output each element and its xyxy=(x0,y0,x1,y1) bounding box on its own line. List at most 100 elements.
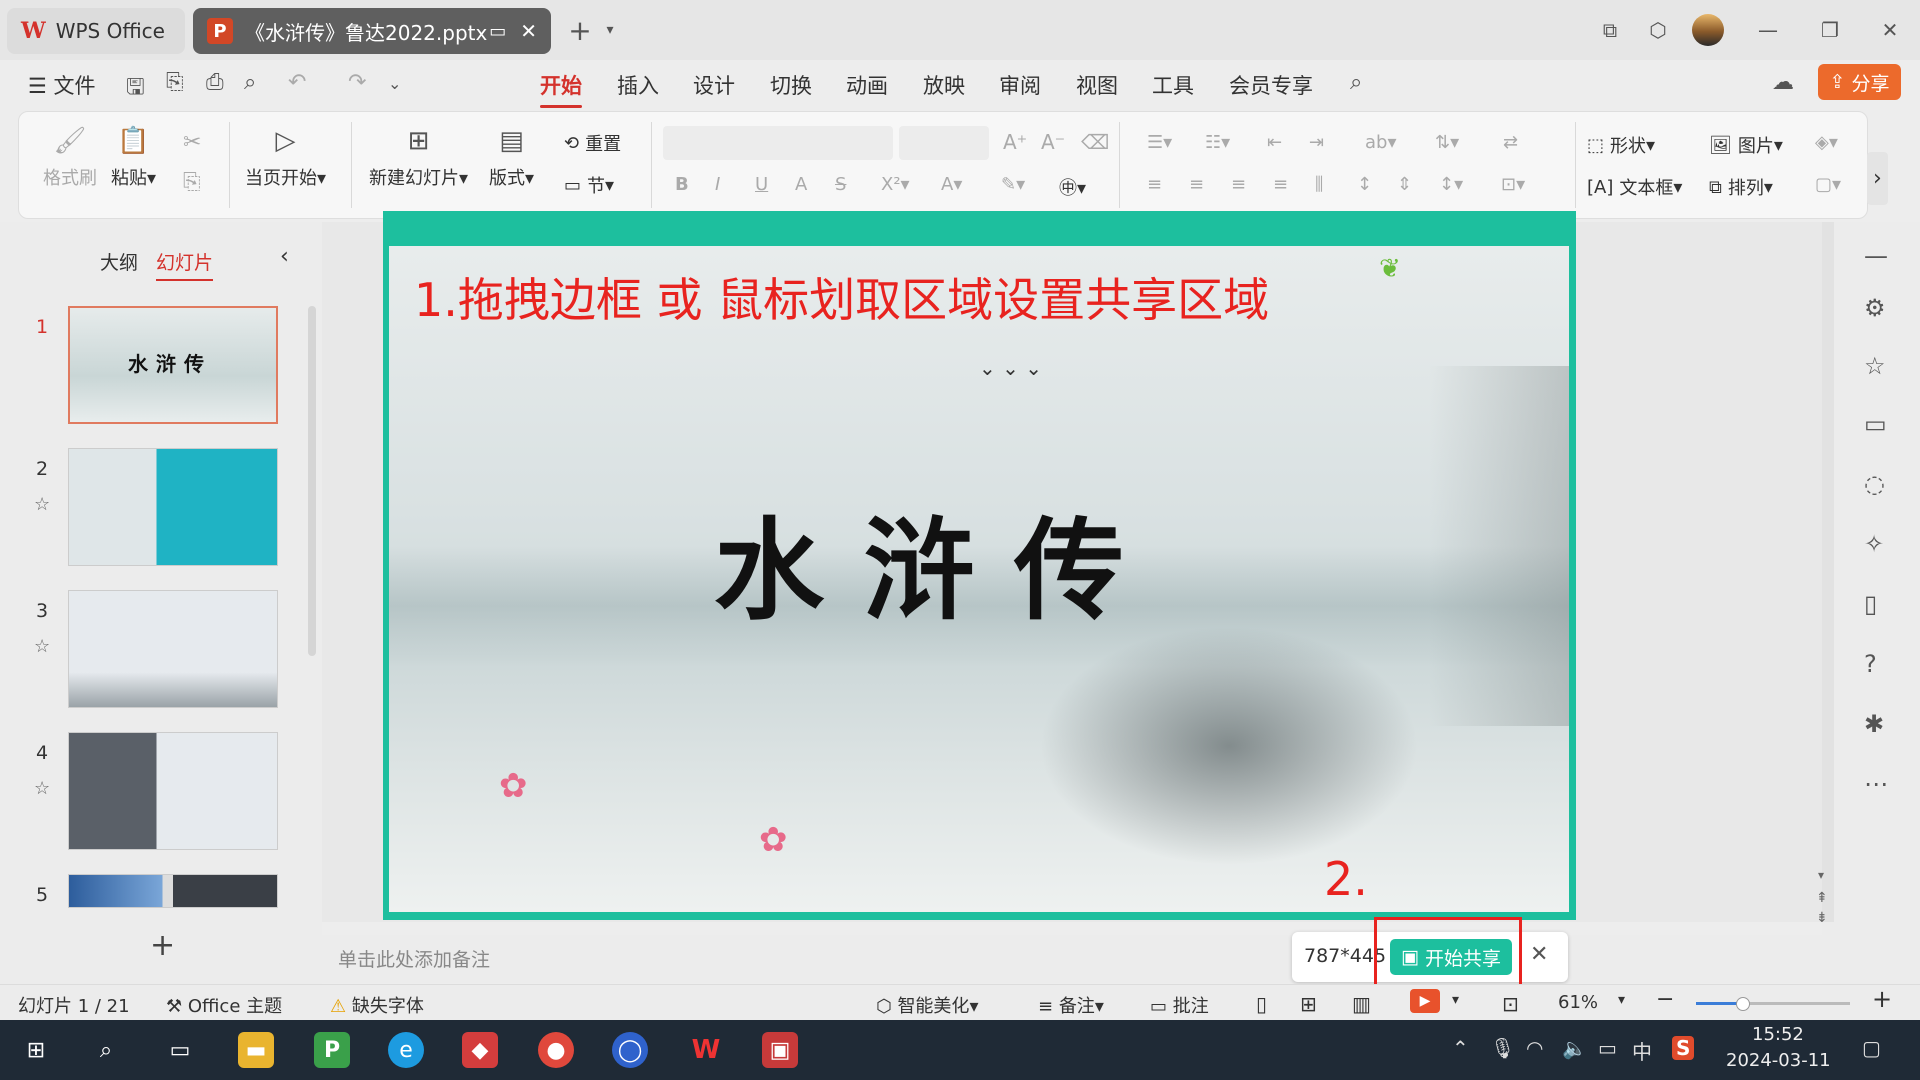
collapse-panel-icon[interactable]: ‹ xyxy=(280,244,289,269)
slide-thumbnail-2[interactable] xyxy=(68,448,278,566)
notes-toggle[interactable]: ≡ 备注▾ xyxy=(1038,992,1104,1018)
tab-list-chevron-icon[interactable]: ▾ xyxy=(590,14,630,46)
wps-office-taskbar-icon[interactable]: W xyxy=(688,1032,724,1068)
task-view-icon[interactable]: ▭ xyxy=(162,1032,198,1068)
microphone-icon[interactable]: 🎙 xyxy=(1490,1036,1515,1060)
file-explorer-icon[interactable]: ▬ xyxy=(238,1032,274,1068)
properties-icon[interactable]: ⚙ xyxy=(1864,294,1886,322)
sogou-ime-icon[interactable]: S xyxy=(1672,1036,1695,1060)
slideshow-chevron-icon[interactable]: ▾ xyxy=(1452,992,1459,1008)
zoom-level[interactable]: 61% xyxy=(1558,992,1598,1013)
zoom-in-icon[interactable]: + xyxy=(1872,985,1892,1013)
shape-button[interactable]: ⬚ 形状 ▾ xyxy=(1587,132,1655,158)
shrink-font-icon[interactable]: A⁻ xyxy=(1041,130,1065,154)
notification-icon[interactable]: ▢ xyxy=(1862,1036,1881,1060)
vertical-scrollbar[interactable] xyxy=(1822,222,1834,922)
slide-star-icon[interactable]: ☆ xyxy=(34,636,50,657)
export-icon[interactable]: ⎘ xyxy=(166,70,184,95)
justify-icon[interactable]: ≡ xyxy=(1273,174,1288,195)
underline-icon[interactable]: U xyxy=(755,174,768,195)
fit-window-icon[interactable]: ⊡ xyxy=(1502,992,1519,1016)
slide-canvas[interactable]: ⌄ ⌄ ⌄ ✿ ✿ ❦ 1.拖拽边框 或 鼠标划取区域设置共享区域 水浒传 2. xyxy=(389,246,1569,912)
chrome-icon[interactable]: ● xyxy=(538,1032,574,1068)
windows-start-icon[interactable]: ⊞ xyxy=(18,1032,54,1068)
reset-button[interactable]: ⟲ 重置 xyxy=(564,130,621,156)
window-layout-icon[interactable]: ⧉ xyxy=(1590,14,1630,46)
taskbar-search-icon[interactable]: ⌕ xyxy=(88,1032,124,1068)
tab-slideshow[interactable]: 放映 xyxy=(923,70,965,100)
clock-date[interactable]: 2024-03-11 xyxy=(1726,1050,1831,1071)
reading-view-icon[interactable]: ▥ xyxy=(1352,992,1371,1016)
volume-icon[interactable]: 🔈 xyxy=(1562,1036,1587,1060)
tab-home[interactable]: 开始 xyxy=(540,70,582,108)
font-size-select[interactable] xyxy=(899,126,989,160)
clear-format-icon[interactable]: ⌫ xyxy=(1081,130,1109,154)
tab-close-icon[interactable]: ✕ xyxy=(520,19,537,43)
slide-thumbnail-3[interactable] xyxy=(68,590,278,708)
recorder-app-icon[interactable]: ▣ xyxy=(762,1032,798,1068)
tab-design[interactable]: 设计 xyxy=(693,70,735,100)
sort-icon[interactable]: ⇅▾ xyxy=(1435,132,1459,153)
battery-icon[interactable]: ▭ xyxy=(1598,1036,1617,1060)
tab-animations[interactable]: 动画 xyxy=(846,70,888,100)
tab-outline[interactable]: 大纲 xyxy=(100,248,138,275)
undo-icon[interactable]: ↶ xyxy=(288,70,306,95)
tab-view[interactable]: 视图 xyxy=(1076,70,1118,100)
fill-icon[interactable]: ◈▾ xyxy=(1815,132,1838,153)
tab-tools[interactable]: 工具 xyxy=(1152,70,1194,100)
paste-button[interactable]: 📋 粘贴▾ xyxy=(111,126,156,190)
decrease-indent-icon[interactable]: ⇤ xyxy=(1267,132,1282,153)
text-box-align-icon[interactable]: ⊡▾ xyxy=(1501,174,1525,195)
panel-scrollbar[interactable] xyxy=(308,306,316,656)
tray-expand-icon[interactable]: ⌃ xyxy=(1452,1036,1469,1060)
align-left-icon[interactable]: ≡ xyxy=(1147,174,1162,195)
zoom-chevron-icon[interactable]: ▾ xyxy=(1618,992,1625,1008)
superscript-icon[interactable]: X²▾ xyxy=(881,174,910,195)
slide-thumbnail-4[interactable] xyxy=(68,732,278,850)
animation-icon[interactable]: ◌ xyxy=(1864,470,1885,498)
ime-indicator[interactable]: 中 xyxy=(1632,1036,1652,1065)
print-preview-icon[interactable]: ⌕ xyxy=(244,70,256,95)
avatar[interactable] xyxy=(1688,14,1728,46)
picture-button[interactable]: 🖼 图片 ▾ xyxy=(1709,132,1783,158)
tab-transitions[interactable]: 切换 xyxy=(770,70,812,100)
spacing-menu-icon[interactable]: ↕▾ xyxy=(1439,174,1463,195)
network-icon[interactable]: ◠ xyxy=(1526,1036,1543,1060)
text-direction-icon[interactable]: ab▾ xyxy=(1365,132,1397,153)
window-close-icon[interactable]: ✕ xyxy=(1870,14,1910,46)
tab-screen-icon[interactable]: ▭ xyxy=(489,21,506,42)
scroll-down-icon[interactable]: ▾ xyxy=(1818,868,1824,882)
add-slide-icon[interactable]: + xyxy=(150,928,175,963)
zoom-slider-handle[interactable] xyxy=(1736,997,1750,1011)
comments-toggle[interactable]: ▭ 批注 xyxy=(1150,992,1209,1018)
numbered-list-icon[interactable]: ☷▾ xyxy=(1205,132,1230,153)
tab-wps-office[interactable]: W WPS Office xyxy=(7,8,185,54)
font-effect-icon[interactable]: A xyxy=(795,174,807,195)
convert-icon[interactable]: ⇄ xyxy=(1503,132,1518,153)
line-spacing-icon[interactable]: ↕ xyxy=(1357,174,1372,195)
arrange-button[interactable]: ⧉ 排列 ▾ xyxy=(1709,174,1773,200)
collapse-sidebar-icon[interactable]: — xyxy=(1864,242,1888,270)
tools-icon[interactable]: ✧ xyxy=(1864,530,1884,558)
edge-icon[interactable]: e xyxy=(388,1032,424,1068)
help-icon[interactable]: ? xyxy=(1864,650,1877,678)
font-color-icon[interactable]: A▾ xyxy=(941,174,962,195)
save-icon[interactable]: 🖫 xyxy=(126,70,145,108)
presentation-app-icon[interactable]: P xyxy=(314,1032,350,1068)
page-down-icon[interactable]: ⇟ xyxy=(1816,910,1828,926)
ribbon-more-chevron-icon[interactable]: › xyxy=(1867,152,1888,205)
phonetic-icon[interactable]: ㊥▾ xyxy=(1059,174,1086,200)
more-icon[interactable]: ⋯ xyxy=(1864,770,1888,798)
settings-icon[interactable]: ✱ xyxy=(1864,710,1884,738)
star-icon[interactable]: ☆ xyxy=(1864,352,1886,380)
page-up-icon[interactable]: ⇞ xyxy=(1816,890,1828,906)
cube-icon[interactable]: ⬡ xyxy=(1638,14,1678,46)
tab-member[interactable]: 会员专享 xyxy=(1229,70,1313,100)
comment-icon[interactable]: ▭ xyxy=(1864,410,1887,438)
highlight-icon[interactable]: ✎▾ xyxy=(1001,174,1025,195)
restore-icon[interactable]: ❐ xyxy=(1810,14,1850,46)
tab-review[interactable]: 审阅 xyxy=(999,70,1041,100)
slide-thumbnail-1[interactable]: 水浒传 xyxy=(68,306,278,424)
normal-view-icon[interactable]: ▯ xyxy=(1256,992,1267,1016)
search-icon[interactable]: ⌕ xyxy=(1350,70,1362,95)
